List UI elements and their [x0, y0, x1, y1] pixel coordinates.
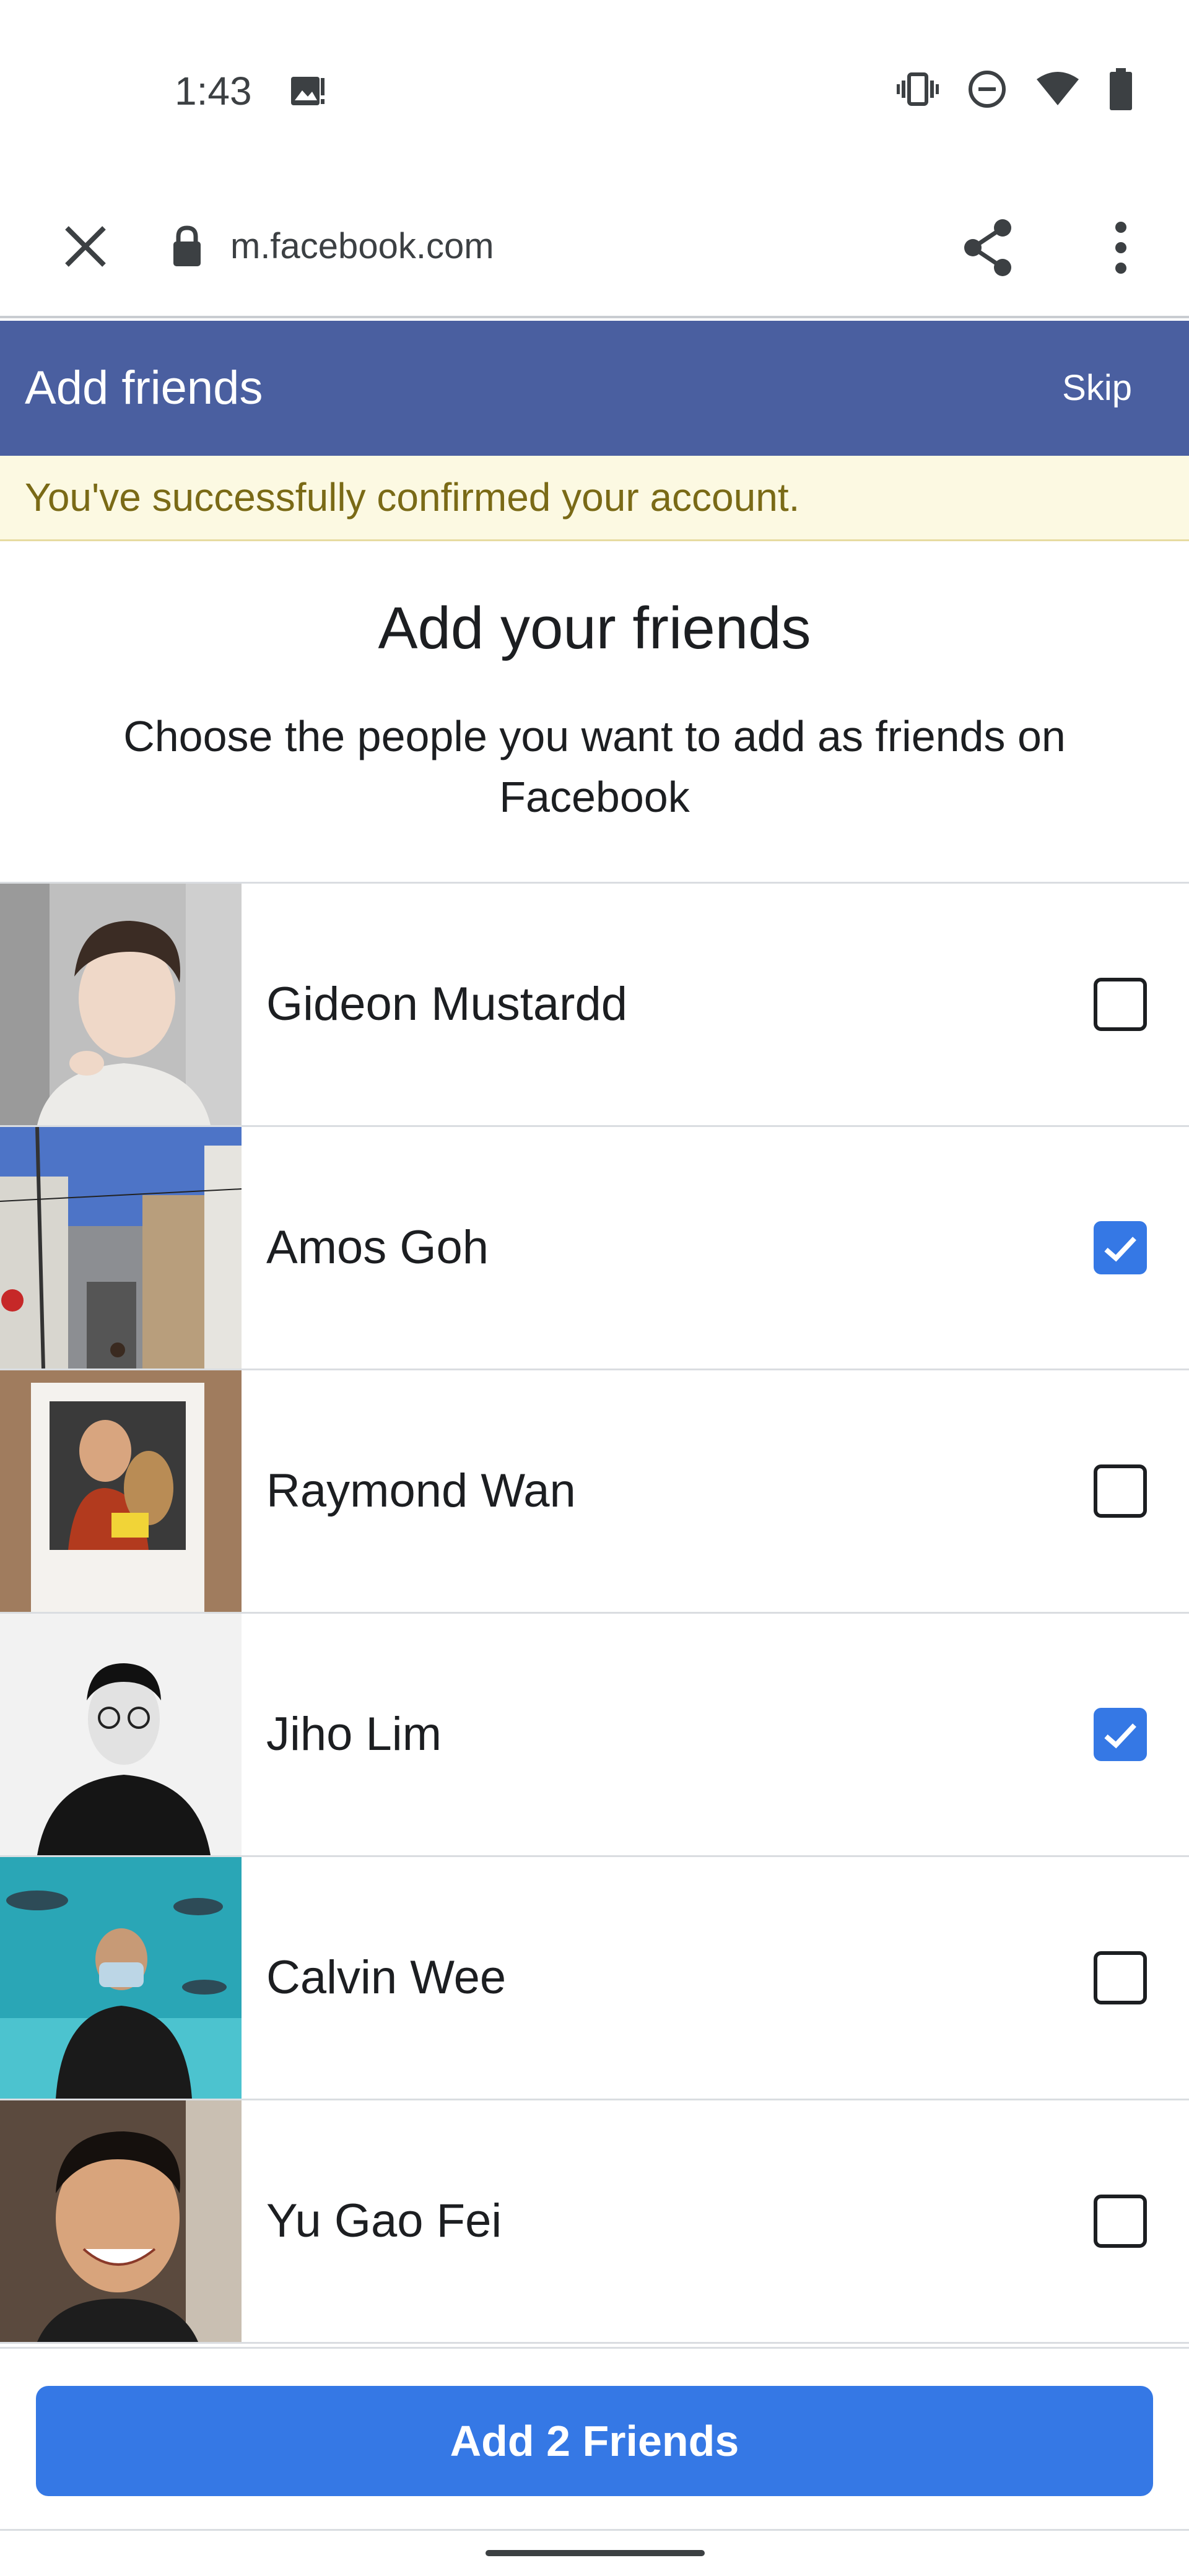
share-button[interactable]	[954, 211, 1022, 285]
status-icons	[897, 68, 1133, 110]
do-not-disturb-icon	[967, 69, 1007, 109]
friend-checkbox[interactable]	[1094, 2195, 1147, 2248]
more-options-button[interactable]	[1090, 211, 1152, 285]
wifi-icon	[1035, 71, 1080, 108]
friend-name: Gideon Mustardd	[266, 978, 627, 1030]
divider	[0, 2529, 1189, 2531]
friend-row[interactable]: Amos Goh	[0, 1127, 1189, 1370]
friend-checkbox[interactable]	[1094, 1221, 1147, 1274]
browser-toolbar: m.facebook.com	[0, 186, 1189, 318]
friend-checkbox[interactable]	[1094, 1951, 1147, 2004]
friend-row[interactable]: Raymond Wan	[0, 1370, 1189, 1614]
add-friends-heading: Add your friends	[378, 595, 811, 661]
footer: Add 2 Friends	[0, 2347, 1189, 2535]
avatar	[0, 1614, 242, 1855]
skip-button[interactable]: Skip	[1062, 321, 1132, 456]
friend-row[interactable]: Yu Gao Fei	[0, 2100, 1189, 2344]
avatar	[0, 884, 242, 1125]
friend-name: Raymond Wan	[266, 1464, 576, 1517]
friend-checkbox[interactable]	[1094, 1464, 1147, 1518]
friend-checkbox[interactable]	[1094, 1708, 1147, 1761]
friend-name: Yu Gao Fei	[266, 2195, 502, 2247]
avatar	[0, 1370, 242, 1612]
add-friends-subheading: Choose the people you want to add as fri…	[123, 712, 1066, 821]
friend-row[interactable]: Gideon Mustardd	[0, 884, 1189, 1127]
more-vert-icon	[1115, 222, 1126, 274]
status-bar: 1:43	[0, 0, 1189, 186]
share-icon	[964, 219, 1011, 276]
battery-icon	[1108, 68, 1133, 110]
lock-icon	[168, 215, 206, 281]
close-button[interactable]	[48, 209, 123, 284]
confirmation-message: You've successfully confirmed your accou…	[25, 475, 800, 520]
vibrate-icon	[897, 71, 939, 108]
add-friends-button[interactable]: Add 2 Friends	[36, 2386, 1153, 2496]
checkmark-icon	[1104, 1723, 1136, 1749]
friend-row[interactable]: Calvin Wee	[0, 1857, 1189, 2100]
confirmation-banner: You've successfully confirmed your accou…	[0, 456, 1189, 541]
avatar	[0, 2100, 242, 2342]
url-text[interactable]: m.facebook.com	[230, 215, 494, 277]
friend-name: Amos Goh	[266, 1221, 489, 1274]
page-header: Add friends Skip	[0, 321, 1189, 456]
friend-name: Calvin Wee	[266, 1951, 507, 2004]
avatar	[0, 1857, 242, 2099]
friend-name: Jiho Lim	[266, 1708, 442, 1760]
home-indicator[interactable]	[486, 2550, 705, 2556]
status-time: 1:43	[175, 69, 252, 113]
checkmark-icon	[1104, 1237, 1136, 1262]
friend-checkbox[interactable]	[1094, 978, 1147, 1031]
friend-row[interactable]: Jiho Lim	[0, 1614, 1189, 1857]
page-title: Add friends	[25, 362, 263, 414]
avatar	[0, 1127, 242, 1368]
close-icon	[65, 226, 106, 267]
gallery-notification-icon	[289, 72, 327, 110]
friend-list: Gideon Mustardd Amos Goh Raymond Wan Jih…	[0, 882, 1189, 2344]
